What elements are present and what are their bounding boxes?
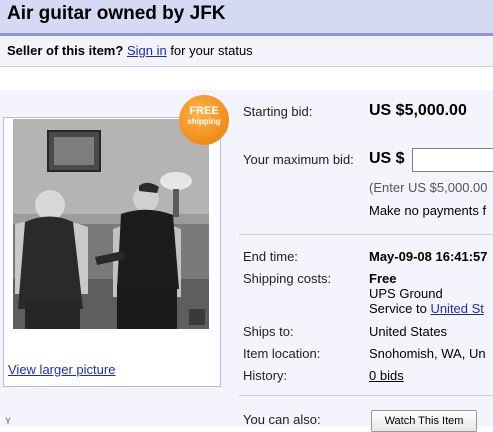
service-to-link[interactable]: United St bbox=[430, 301, 483, 316]
section-divider-1 bbox=[239, 234, 493, 235]
view-larger-label[interactable]: View larger picture bbox=[8, 362, 115, 377]
item-location-label: Item location: bbox=[243, 346, 321, 361]
watch-item-button[interactable]: Watch This Item bbox=[371, 410, 477, 432]
end-time-label: End time: bbox=[243, 249, 298, 264]
sign-in-link[interactable]: Sign in bbox=[127, 43, 167, 58]
view-larger-picture-link[interactable]: View larger picture bbox=[8, 362, 115, 377]
item-location-value: Snohomish, WA, Un bbox=[369, 346, 486, 361]
item-title: Air guitar owned by JFK bbox=[7, 3, 226, 24]
end-time-value: May-09-08 16:41:57 bbox=[369, 249, 488, 264]
title-bar: Air guitar owned by JFK bbox=[0, 0, 493, 36]
ships-to-value: United States bbox=[369, 324, 448, 339]
item-photo[interactable] bbox=[13, 119, 209, 329]
section-divider-2 bbox=[239, 395, 493, 396]
seller-status-line: Seller of this item? Sign in for your st… bbox=[7, 43, 253, 58]
history-label: History: bbox=[243, 368, 288, 383]
bid-history-link[interactable]: 0 bids bbox=[369, 368, 404, 383]
seller-prompt: Seller of this item? bbox=[7, 43, 124, 58]
service-to-line: Service to United St bbox=[369, 301, 484, 316]
bid-currency: US $ bbox=[369, 150, 405, 167]
service-to-prefix: Service to bbox=[369, 301, 427, 316]
starting-bid-label: Starting bid: bbox=[243, 104, 313, 119]
shipping-service: UPS Ground bbox=[369, 286, 443, 301]
shipping-costs-value: Free bbox=[369, 271, 397, 286]
no-payment-note: Make no payments f bbox=[369, 203, 487, 218]
badge-line-1: FREE bbox=[189, 105, 219, 117]
badge-line-2: shipping bbox=[187, 117, 221, 126]
seller-suffix: for your status bbox=[170, 43, 253, 58]
starting-bid-value: US $5,000.00 bbox=[369, 102, 467, 119]
you-can-also-label: You can also: bbox=[243, 412, 321, 427]
max-bid-input[interactable] bbox=[412, 148, 493, 172]
max-bid-label: Your maximum bid: bbox=[243, 152, 354, 167]
ships-to-label: Ships to: bbox=[243, 324, 294, 339]
item-photo-graphic bbox=[13, 119, 209, 329]
shipping-costs-label: Shipping costs: bbox=[243, 271, 332, 286]
free-shipping-badge: FREE shipping bbox=[179, 95, 229, 145]
footer-fragment: Y bbox=[5, 416, 12, 426]
enter-amount-hint: (Enter US $5,000.00 bbox=[369, 180, 488, 195]
seller-bar: Seller of this item? Sign in for your st… bbox=[0, 36, 493, 67]
